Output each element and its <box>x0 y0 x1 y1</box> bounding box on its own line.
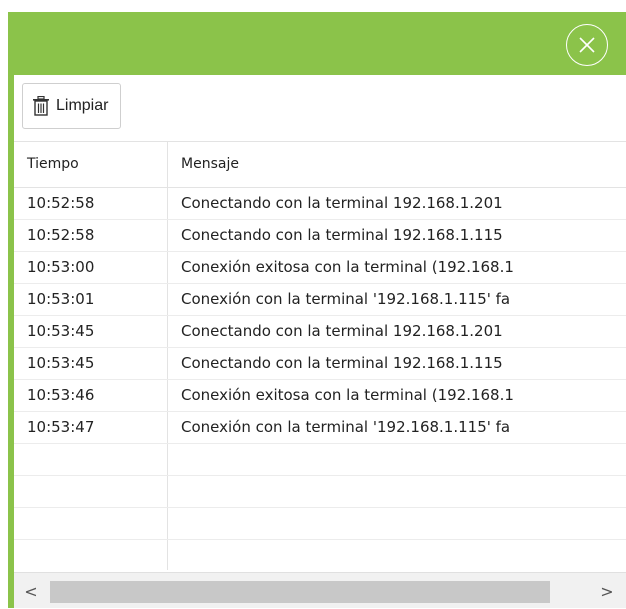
table-row[interactable]: 10:53:45 Conectando con la terminal 192.1… <box>14 348 626 380</box>
cell-tiempo: 10:52:58 <box>27 226 95 244</box>
cell-tiempo: 10:53:45 <box>27 322 95 340</box>
table-row[interactable]: 10:53:47 Conexión con la terminal '192.16… <box>14 412 626 444</box>
empty-row <box>14 444 626 476</box>
clear-button[interactable]: Limpiar <box>22 83 122 129</box>
cell-tiempo: 10:53:45 <box>27 354 95 372</box>
column-header-mensaje[interactable]: Mensaje <box>181 156 239 172</box>
table-row[interactable]: 10:53:46 Conexión exitosa con la terminal… <box>14 380 626 412</box>
empty-row <box>14 540 626 570</box>
scroll-left-button[interactable]: < <box>16 573 46 609</box>
cell-mensaje: Conexión exitosa con la terminal (192.16… <box>181 258 514 276</box>
scroll-right-button[interactable]: > <box>592 573 622 609</box>
cell-mensaje: Conectando con la terminal 192.168.1.201 <box>181 322 503 340</box>
cell-mensaje: Conexión con la terminal '192.168.1.115'… <box>181 290 511 308</box>
cell-mensaje: Conectando con la terminal 192.168.1.201 <box>181 194 503 212</box>
cell-tiempo: 10:52:58 <box>27 194 95 212</box>
empty-row <box>14 476 626 508</box>
table-row[interactable]: 10:53:45 Conectando con la terminal 192.1… <box>14 316 626 348</box>
cell-mensaje: Conectando con la terminal 192.168.1.115 <box>181 354 503 372</box>
cell-tiempo: 10:53:01 <box>27 290 95 308</box>
close-icon <box>579 37 595 53</box>
cell-tiempo: 10:53:46 <box>27 386 95 404</box>
trash-icon <box>33 96 49 116</box>
title-bar <box>8 12 626 75</box>
grid-header: Tiempo Mensaje <box>14 142 626 188</box>
cell-tiempo: 10:53:47 <box>27 418 95 436</box>
table-row[interactable]: 10:52:58 Conectando con la terminal 192.1… <box>14 188 626 220</box>
table-row[interactable]: 10:53:01 Conexión con la terminal '192.16… <box>14 284 626 316</box>
horizontal-scrollbar[interactable]: < > <box>14 572 626 608</box>
empty-row <box>14 508 626 540</box>
table-row[interactable]: 10:52:58 Conectando con la terminal 192.1… <box>14 220 626 252</box>
log-grid: Tiempo Mensaje 10:52:58 Conectando con la… <box>14 142 626 570</box>
cell-tiempo: 10:53:00 <box>27 258 95 276</box>
table-row[interactable]: 10:53:00 Conexión exitosa con la terminal… <box>14 252 626 284</box>
clear-button-label: Limpiar <box>56 97 109 114</box>
close-button[interactable] <box>566 24 608 66</box>
column-header-tiempo[interactable]: Tiempo <box>27 156 79 172</box>
log-window: Limpiar Tiempo Mensaje 10:52:58 Conectand… <box>0 0 626 608</box>
scrollbar-thumb[interactable] <box>50 581 550 603</box>
toolbar: Limpiar <box>14 75 626 142</box>
cell-mensaje: Conectando con la terminal 192.168.1.115 <box>181 226 503 244</box>
cell-mensaje: Conexión con la terminal '192.168.1.115'… <box>181 418 511 436</box>
cell-mensaje: Conexión exitosa con la terminal (192.16… <box>181 386 514 404</box>
